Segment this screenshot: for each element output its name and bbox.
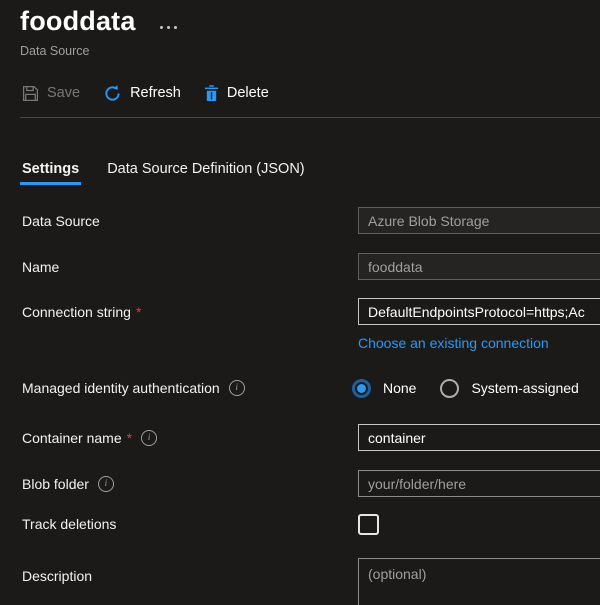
datasource-settings-page: fooddata Data Source Save Refresh xyxy=(0,0,600,605)
managed-identity-radio-group: None System-assigned xyxy=(352,379,600,398)
more-options-button[interactable] xyxy=(160,21,186,33)
save-label: Save xyxy=(47,85,80,101)
container-name-label: Container name xyxy=(22,430,122,446)
save-icon xyxy=(22,85,39,102)
form-row-description: Description xyxy=(0,558,600,605)
connection-string-field[interactable] xyxy=(358,298,600,325)
save-button[interactable]: Save xyxy=(22,85,80,102)
radio-system-assigned[interactable]: System-assigned xyxy=(440,379,578,398)
radio-selected-icon xyxy=(352,379,371,398)
form-row-blob-folder: Blob folder i xyxy=(0,470,600,497)
delete-button[interactable]: Delete xyxy=(204,85,269,102)
name-field xyxy=(358,253,600,280)
form-row-managed-identity: Managed identity authentication i None S… xyxy=(0,377,600,399)
track-deletions-checkbox[interactable] xyxy=(358,514,379,535)
blob-folder-field[interactable] xyxy=(358,470,600,497)
info-icon[interactable]: i xyxy=(98,476,114,492)
required-asterisk: * xyxy=(127,430,132,446)
form-row-data-source: Data Source xyxy=(0,207,600,234)
refresh-label: Refresh xyxy=(130,85,181,101)
data-source-field xyxy=(358,207,600,234)
track-deletions-label: Track deletions xyxy=(22,516,116,532)
tab-datasource-definition-json[interactable]: Data Source Definition (JSON) xyxy=(107,161,304,185)
form-row-connection-string: Connection string * xyxy=(0,298,600,325)
radio-unselected-icon xyxy=(440,379,459,398)
managed-identity-label: Managed identity authentication xyxy=(22,380,220,396)
description-field[interactable] xyxy=(358,558,600,605)
form-row-track-deletions: Track deletions xyxy=(0,513,600,535)
ellipsis-icon xyxy=(160,26,163,29)
tab-settings[interactable]: Settings xyxy=(22,161,79,185)
refresh-button[interactable]: Refresh xyxy=(103,84,181,103)
command-bar: Save Refresh Delete xyxy=(22,80,269,106)
radio-system-assigned-label: System-assigned xyxy=(471,380,578,396)
connection-string-label: Connection string xyxy=(22,304,131,320)
radio-none[interactable]: None xyxy=(352,379,416,398)
required-asterisk: * xyxy=(136,304,141,320)
form-row-name: Name xyxy=(0,253,600,280)
form-row-connection-link: Choose an existing connection xyxy=(0,334,600,352)
page-subtitle: Data Source xyxy=(20,44,89,58)
choose-existing-connection-link[interactable]: Choose an existing connection xyxy=(358,335,549,351)
description-label: Description xyxy=(22,568,92,584)
toolbar-divider xyxy=(20,117,600,118)
data-source-label: Data Source xyxy=(22,213,100,229)
info-icon[interactable]: i xyxy=(141,430,157,446)
radio-none-label: None xyxy=(383,380,416,396)
page-title: fooddata xyxy=(20,6,136,37)
form-row-container-name: Container name * i xyxy=(0,424,600,451)
container-name-field[interactable] xyxy=(358,424,600,451)
info-icon[interactable]: i xyxy=(229,380,245,396)
blob-folder-label: Blob folder xyxy=(22,476,89,492)
tab-bar: Settings Data Source Definition (JSON) xyxy=(22,161,305,185)
refresh-icon xyxy=(103,84,122,103)
delete-label: Delete xyxy=(227,85,269,101)
name-label: Name xyxy=(22,259,59,275)
trash-icon xyxy=(204,85,219,102)
